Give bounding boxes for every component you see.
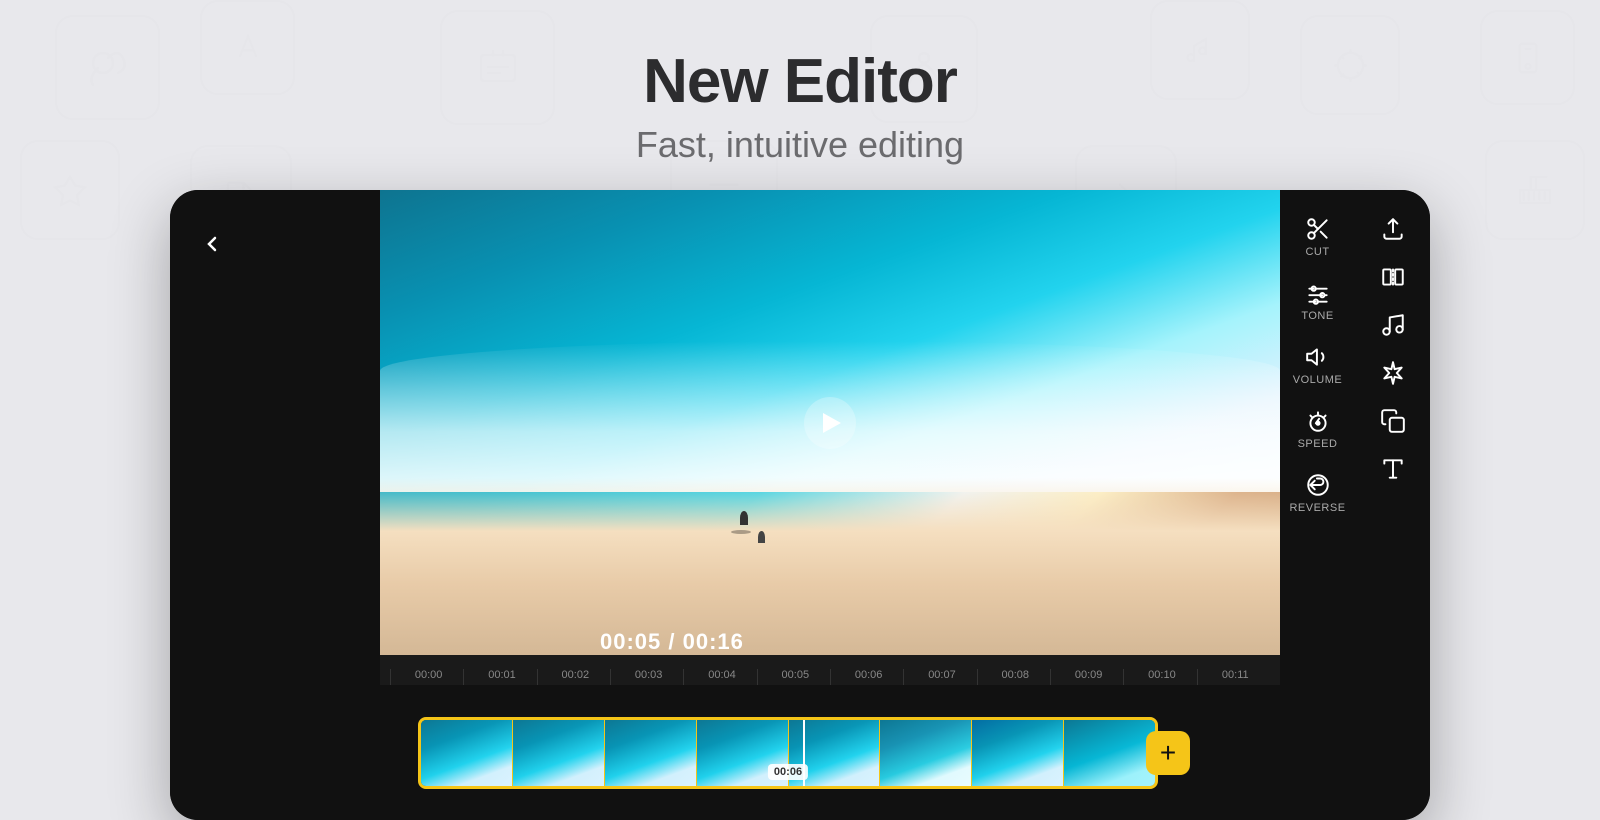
add-clip-button[interactable]: + (1146, 731, 1190, 775)
clip-thumb-8 (1064, 720, 1155, 786)
beach-sand (380, 478, 1280, 655)
toolbar-item-text[interactable] (1361, 446, 1425, 492)
ruler-mark-4: 00:04 (683, 669, 756, 685)
ruler-marks: 00:00 00:01 00:02 00:03 00:04 00:05 00:0… (390, 669, 1270, 685)
ruler-mark-0: 00:00 (390, 669, 463, 685)
split-icon (1380, 264, 1406, 290)
toolbar-item-tone[interactable]: TONE (1286, 270, 1350, 332)
ruler-mark-11: 00:11 (1197, 669, 1270, 685)
ruler-mark-8: 00:08 (977, 669, 1050, 685)
ruler-mark-2: 00:02 (537, 669, 610, 685)
clip-thumb-6 (880, 720, 972, 786)
reverse-label: REVERSE (1289, 502, 1345, 514)
page-title: New Editor (0, 48, 1600, 116)
page-subtitle: Fast, intuitive editing (0, 124, 1600, 166)
volume-label: VOLUME (1293, 374, 1342, 386)
left-panel (170, 190, 380, 820)
text-icon (1380, 456, 1406, 482)
video-content (380, 190, 1280, 655)
clip-thumb-1 (421, 720, 513, 786)
export-icon (1380, 216, 1406, 242)
toolbar-item-copy[interactable] (1361, 398, 1425, 444)
ruler-mark-10: 00:10 (1123, 669, 1196, 685)
toolbar-item-split[interactable] (1361, 254, 1425, 300)
scissors-icon (1305, 216, 1331, 242)
figure-1 (740, 511, 748, 525)
cut-label: CUT (1305, 246, 1329, 258)
video-viewport (380, 190, 1280, 655)
add-clip-icon: + (1160, 737, 1176, 769)
ruler-mark-7: 00:07 (903, 669, 976, 685)
toolbar-item-export[interactable] (1361, 206, 1425, 252)
toolbar-item-reverse[interactable]: REVERSE (1286, 462, 1350, 524)
play-icon (823, 413, 841, 433)
toolbar-item-effects[interactable] (1361, 350, 1425, 396)
video-area: 00:05 / 00:16 00:00 00:01 00:02 00:03 00… (380, 190, 1280, 820)
ruler-mark-5: 00:05 (757, 669, 830, 685)
play-button[interactable] (804, 397, 856, 449)
ruler-mark-6: 00:06 (830, 669, 903, 685)
toolbar-item-cut[interactable]: CUT (1286, 206, 1350, 268)
copy-icon (1380, 408, 1406, 434)
volume-icon (1305, 344, 1331, 370)
speed-label: SPEED (1298, 438, 1338, 450)
effects-icon (1380, 360, 1406, 386)
ruler-mark-1: 00:01 (463, 669, 536, 685)
reverse-icon (1305, 472, 1331, 498)
time-display: 00:05 / 00:16 (600, 629, 744, 655)
clip-thumb-2 (513, 720, 605, 786)
timeline-ruler: 00:00 00:01 00:02 00:03 00:04 00:05 00:0… (380, 655, 1280, 685)
device-frame: 00:05 / 00:16 00:00 00:01 00:02 00:03 00… (170, 190, 1430, 820)
ruler-mark-9: 00:09 (1050, 669, 1123, 685)
toolbar-item-music[interactable] (1361, 302, 1425, 348)
clip-thumb-7 (972, 720, 1064, 786)
right-toolbar: CUT TONE VOLUME (1280, 190, 1430, 820)
music-icon (1380, 312, 1406, 338)
clip-thumb-3 (605, 720, 697, 786)
ruler-mark-3: 00:03 (610, 669, 683, 685)
speed-icon (1305, 408, 1331, 434)
timeline-area: 00:00 00:01 00:02 00:03 00:04 00:05 00:0… (380, 655, 1280, 820)
figure-2 (758, 531, 765, 543)
clip-strip[interactable]: 00:06 (418, 717, 1158, 789)
toolbar-item-speed[interactable]: SPEED (1286, 398, 1350, 460)
header: New Editor Fast, intuitive editing (0, 0, 1600, 198)
playhead-line (803, 720, 805, 786)
toolbar-col-left: CUT TONE VOLUME (1280, 206, 1355, 804)
tone-label: TONE (1301, 310, 1333, 322)
toolbar-item-volume[interactable]: VOLUME (1286, 334, 1350, 396)
back-button[interactable] (190, 222, 234, 266)
sliders-icon (1305, 280, 1331, 306)
toolbar-col-right (1355, 206, 1430, 804)
